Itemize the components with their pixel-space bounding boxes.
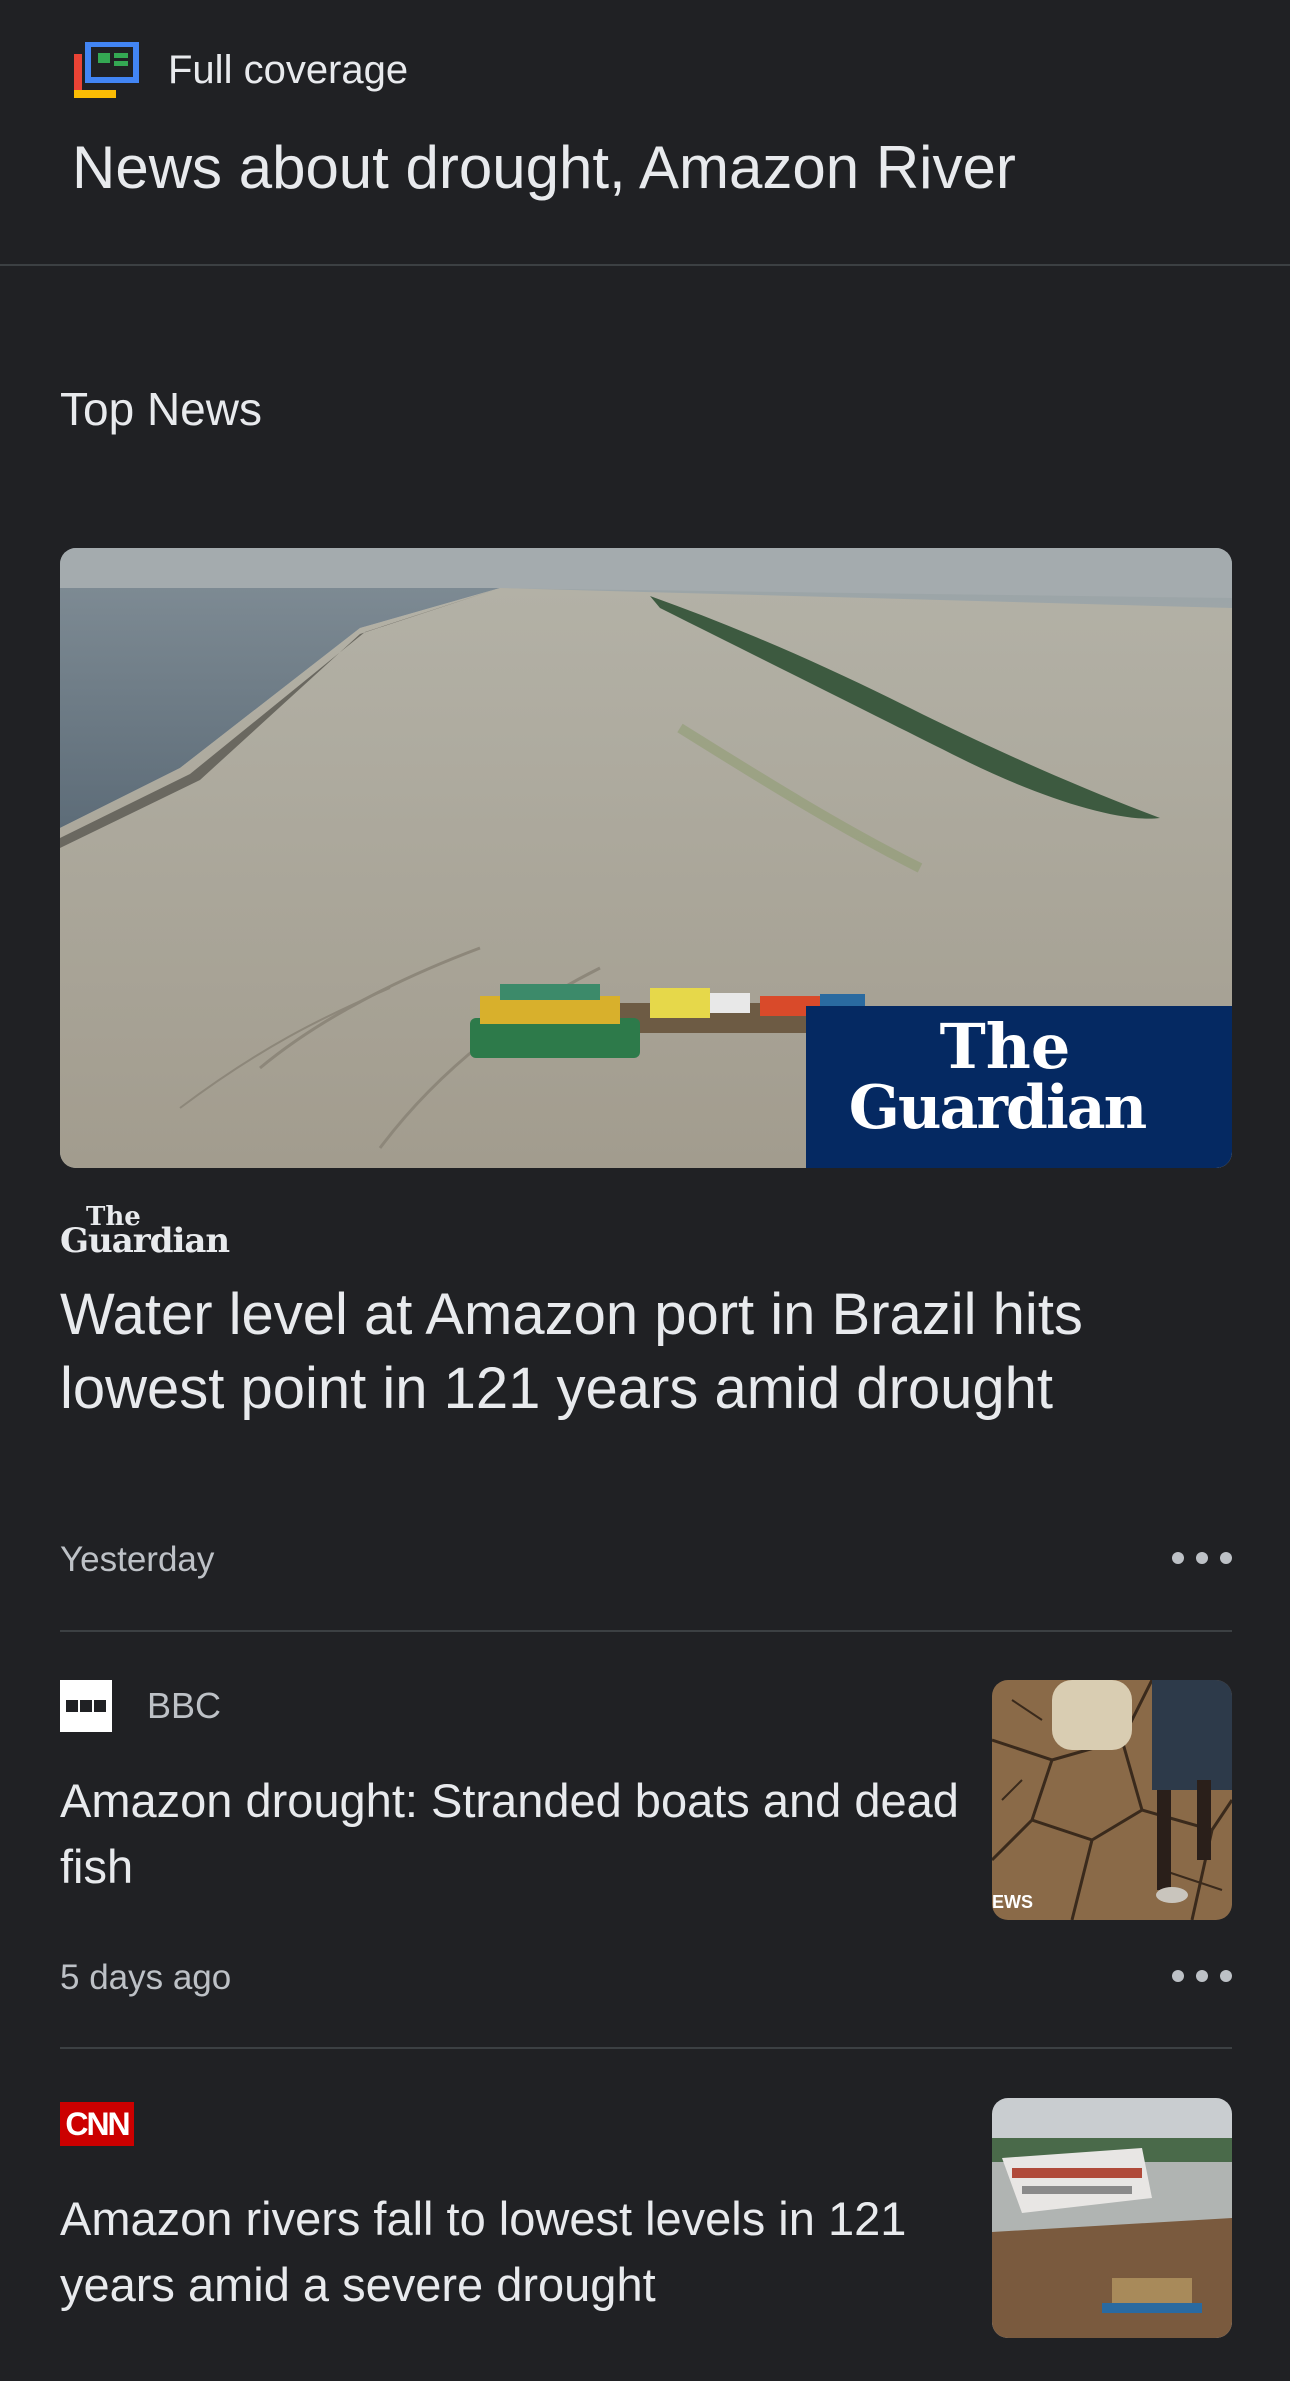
story-headline[interactable]: Amazon rivers fall to lowest levels in 1… [60,2186,960,2318]
bbc-logo [60,1680,112,1732]
section-title: Top News [60,383,262,435]
source-logo-line2: Guardian [60,1221,230,1261]
story-thumbnail-cnn[interactable] [992,2098,1232,2338]
source-name-bbc: BBC [147,1685,222,1726]
hero-image-logo-line2: Guardian [849,1073,1147,1143]
page-title: News about drought, Amazon River [72,134,1016,201]
story-divider [60,1630,1232,1632]
more-horizontal-icon[interactable] [1172,1538,1232,1578]
hero-headline[interactable]: Water level at Amazon port in Brazil hit… [60,1278,1232,1426]
source-logo-guardian: The Guardian [60,1204,230,1261]
story-time: 5 days ago [60,1958,232,1997]
more-horizontal-icon[interactable] [1172,1956,1232,1996]
hero-image[interactable]: The Guardian [60,548,1232,1168]
story-headline[interactable]: Amazon drought: Stranded boats and dead … [60,1768,960,1900]
hero-time: Yesterday [60,1540,215,1579]
story-divider [60,2047,1232,2049]
full-coverage-label: Full coverage [168,48,409,92]
cnn-logo-text: CNN [65,2105,130,2142]
thumb-overlay-text: EWS [992,1892,1033,1912]
header-divider [0,264,1290,266]
cnn-logo: CNN [60,2102,134,2146]
full-coverage-icon [74,41,140,98]
story-thumbnail-bbc[interactable]: EWS [992,1680,1232,1920]
